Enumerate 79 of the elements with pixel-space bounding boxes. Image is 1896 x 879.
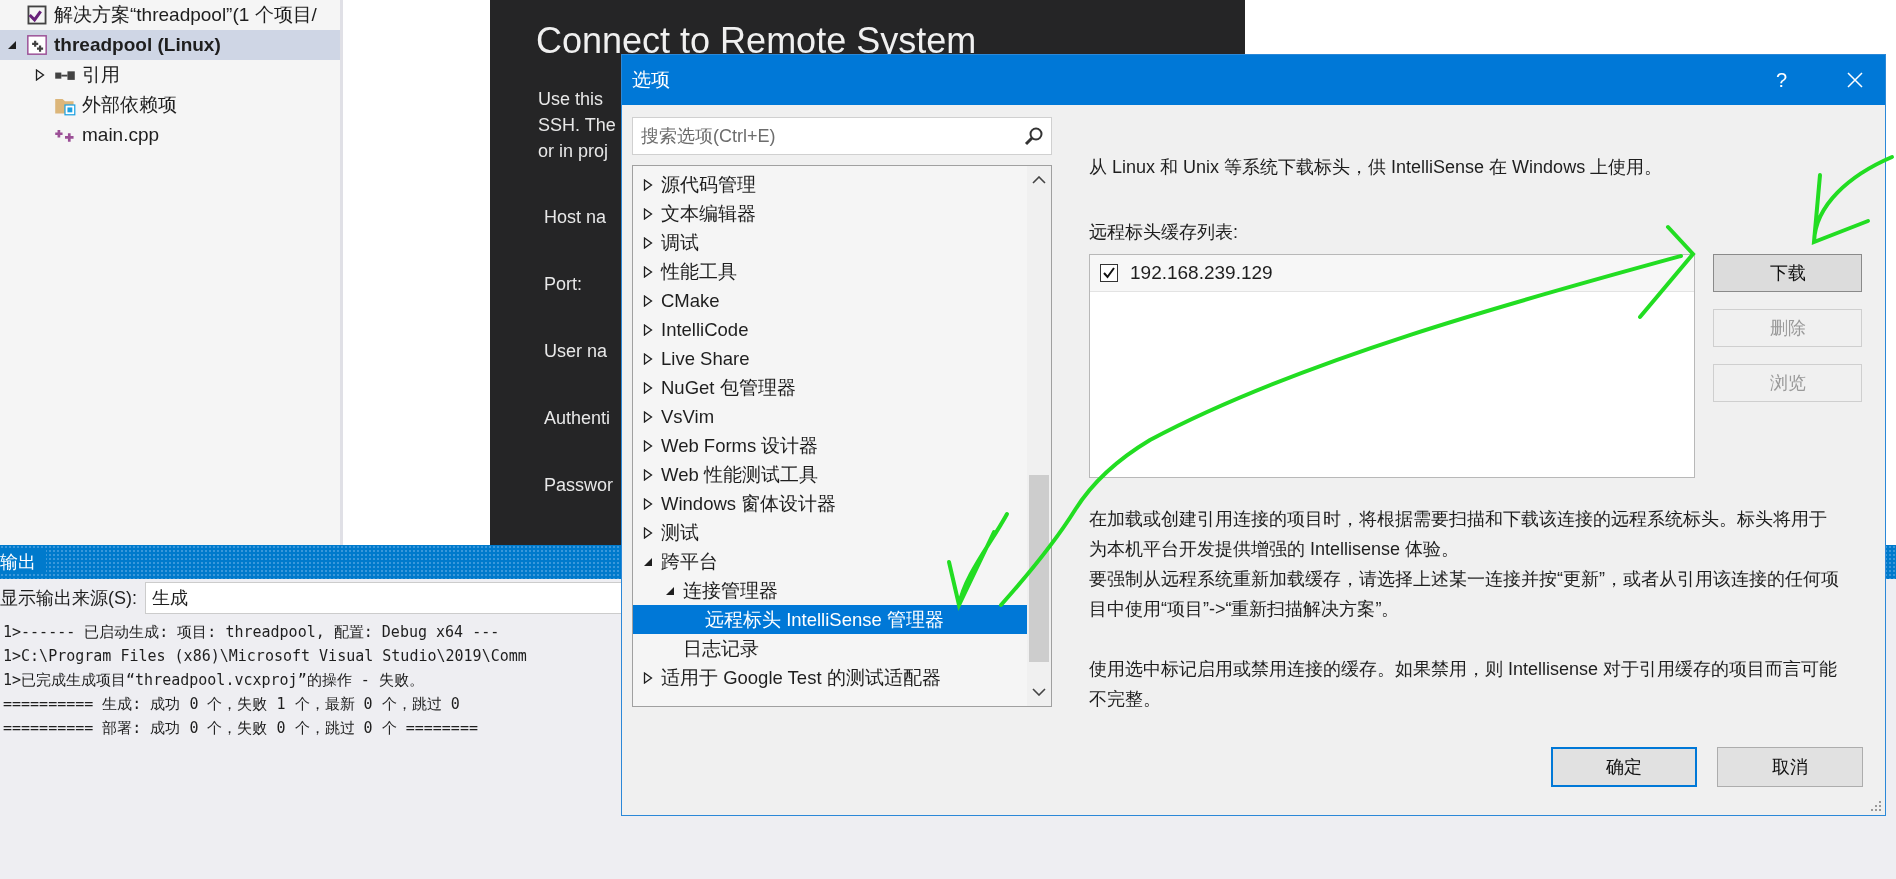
host-list-item[interactable]: 192.168.239.129 — [1090, 255, 1694, 292]
tree-item[interactable]: Live Share — [633, 344, 1027, 373]
scroll-down-icon[interactable] — [1032, 688, 1046, 696]
collapsed-arrow-icon[interactable] — [643, 439, 653, 452]
search-field[interactable]: 搜索选项(Ctrl+E) — [632, 117, 1052, 155]
description-text: Use this — [538, 88, 604, 111]
help-paragraph: 使用选中标记启用或禁用连接的缓存。如果禁用，则 Intellisense 对于引用缓存的项目而言可能不完整。 — [1089, 658, 1839, 711]
description-text: or in proj — [538, 140, 609, 163]
help-paragraph: 在加载或创建引用连接的项目时，将根据需要扫描和下载该连接的远程系统标头。标头将用于为本机平台开发提供增强的 Intellisense 体验。 — [1089, 508, 1828, 561]
scrollbar[interactable] — [1027, 166, 1051, 706]
tree-item[interactable]: 源代码管理 — [633, 170, 1027, 199]
tree-item[interactable]: Web Forms 设计器 — [633, 431, 1027, 460]
tree-item[interactable]: Web 性能测试工具 — [633, 460, 1027, 489]
project-icon — [26, 34, 48, 56]
dialog-button[interactable]: 确定 — [1551, 747, 1697, 787]
output-line: 1>C:\Program Files (x86)\Microsoft Visual Studio\2019\Comm — [3, 646, 527, 667]
output-line: ========== 部署: 成功 0 个，失败 0 个，跳过 0 个 ======== — [3, 718, 478, 739]
tree-item[interactable]: 引用 — [0, 60, 340, 90]
tree-item[interactable]: threadpool (Linux) — [0, 30, 340, 60]
tree-item[interactable]: 适用于 Google Test 的测试适配器 — [633, 663, 1027, 692]
tree-item[interactable]: 外部依赖项 — [0, 90, 340, 120]
action-button[interactable]: 下载 — [1713, 254, 1862, 292]
collapsed-arrow-icon[interactable] — [643, 526, 653, 539]
dialog-button[interactable]: 取消 — [1717, 747, 1863, 787]
close-icon[interactable] — [1847, 72, 1863, 88]
tree-item[interactable]: 调试 — [633, 228, 1027, 257]
tree-item[interactable]: 解决方案“threadpool”(1 个项目/ — [0, 0, 340, 30]
help-paragraph: 要强制从远程系统重新加载缓存，请选择上述某一连接并按“更新”，或者从引用该连接的任何项目中使用“项目”->“重新扫描解决方案”。 — [1089, 568, 1840, 621]
scroll-up-icon[interactable] — [1032, 176, 1046, 184]
collapsed-arrow-icon[interactable] — [643, 323, 653, 336]
tree-item[interactable]: main.cpp — [0, 120, 340, 150]
tree-item[interactable]: 性能工具 — [633, 257, 1027, 286]
tree-item[interactable]: 日志记录 — [633, 634, 1027, 663]
collapsed-arrow-icon[interactable] — [643, 671, 653, 684]
panel-title: 输出 — [0, 550, 46, 574]
tree-item[interactable]: 测试 — [633, 518, 1027, 547]
collapsed-arrow-icon[interactable] — [643, 236, 653, 249]
field-label: Passwor — [544, 474, 614, 497]
collapsed-arrow-icon[interactable] — [643, 352, 653, 365]
checkbox[interactable] — [1100, 264, 1118, 282]
collapsed-arrow-icon[interactable] — [643, 178, 653, 191]
tree-item[interactable]: NuGet 包管理器 — [633, 373, 1027, 402]
tree-item[interactable]: IntelliCode — [633, 315, 1027, 344]
collapsed-arrow-icon[interactable] — [35, 69, 45, 81]
field-label: Host na — [544, 206, 607, 229]
output-line: 1>已完成生成项目“threadpool.vcxproj”的操作 - 失败。 — [3, 670, 424, 691]
field-label: User na — [544, 340, 608, 363]
collapsed-arrow-icon[interactable] — [643, 497, 653, 510]
collapsed-arrow-icon[interactable] — [643, 265, 653, 278]
collapsed-arrow-icon[interactable] — [643, 468, 653, 481]
search-icon[interactable] — [1024, 126, 1044, 146]
output-line: ========== 生成: 成功 0 个，失败 1 个，最新 0 个，跳过 0 — [3, 694, 460, 715]
expanded-arrow-icon[interactable] — [665, 585, 675, 596]
source-label: 显示输出来源(S): — [0, 587, 137, 610]
expanded-arrow-icon[interactable] — [643, 556, 653, 567]
help-button[interactable]: ? — [1775, 68, 1787, 92]
intro-text: 从 Linux 和 Unix 等系统下载标头，供 IntelliSense 在 Windows 上使用。 — [1089, 156, 1664, 179]
description-text: SSH. The — [538, 114, 616, 137]
solution-icon — [26, 4, 48, 26]
resize-grip-icon[interactable] — [1870, 800, 1882, 812]
host-address: 192.168.239.129 — [1130, 262, 1273, 284]
expanded-arrow-icon[interactable] — [7, 40, 17, 50]
collapsed-arrow-icon[interactable] — [643, 207, 653, 220]
tree-item[interactable]: CMake — [633, 286, 1027, 315]
collapsed-arrow-icon[interactable] — [643, 410, 653, 423]
tree-item[interactable]: VsVim — [633, 402, 1027, 431]
tree-item[interactable]: Windows 窗体设计器 — [633, 489, 1027, 518]
output-line: 1>------ 已启动生成: 项目: threadpool, 配置: Debug x64 --- — [3, 622, 500, 643]
tree-item[interactable]: 远程标头 IntelliSense 管理器 — [633, 605, 1027, 634]
collapsed-arrow-icon[interactable] — [643, 381, 653, 394]
tree-item[interactable]: 跨平台 — [633, 547, 1027, 576]
tree-item[interactable]: 文本编辑器 — [633, 199, 1027, 228]
window-title: 选项 — [632, 68, 671, 92]
field-label: Port: — [544, 273, 582, 296]
dialog-title: Connect to Remote System — [535, 19, 978, 62]
list-label: 远程标头缓存列表: — [1089, 221, 1239, 244]
collapsed-arrow-icon[interactable] — [643, 294, 653, 307]
field-label: Authenti — [544, 407, 611, 430]
scroll-thumb[interactable] — [1029, 475, 1049, 663]
